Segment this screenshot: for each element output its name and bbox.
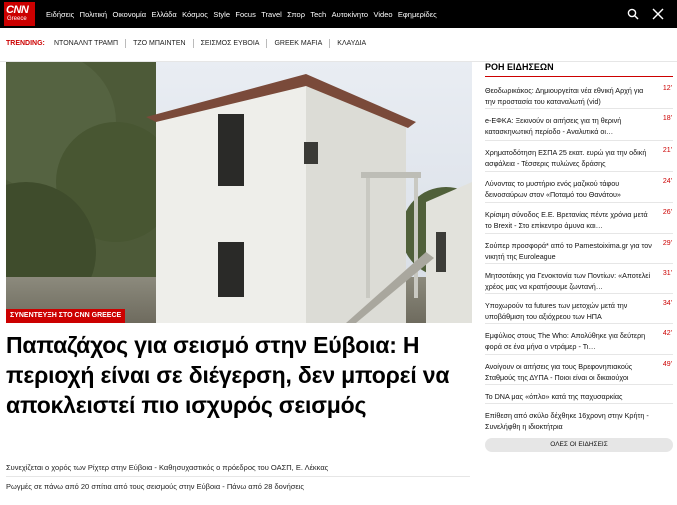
trending-separator (125, 39, 127, 48)
trending-separator (329, 39, 331, 48)
news-feed-item-time: 21' (662, 147, 672, 154)
news-feed-item[interactable]: Κρίσιμη σύνοδος Ε.Ε. Βρετανίας πέντε χρό… (485, 203, 673, 234)
news-feed-item-text: Κρίσιμη σύνοδος Ε.Ε. Βρετανίας πέντε χρό… (485, 210, 648, 230)
trending-item[interactable]: ΝΤΟΝΑΛΝΤ ΤΡΑΜΠ (54, 40, 118, 47)
news-feed-item[interactable]: e-ΕΦΚΑ: Ξεκινούν οι αιτήσεις για τη θερι… (485, 109, 673, 141)
news-feed-item-text: Το DNA μας «όπλο» κατά της παχυσαρκίας (485, 392, 623, 401)
trending-separator (266, 39, 268, 48)
news-feed-item[interactable]: Επίθεση από σκύλο δέχθηκε 16χρονη στην Κ… (485, 404, 673, 434)
news-feed-item-time: 26' (662, 209, 672, 216)
nav-item-focus[interactable]: Focus (235, 10, 255, 19)
search-icon[interactable] (627, 8, 639, 20)
main-nav: Ειδήσεις Πολιτική Οικονομία Ελλάδα Κόσμο… (46, 0, 442, 28)
trending-list: ΝΤΟΝΑΛΝΤ ΤΡΑΜΠ ΤΖΟ ΜΠΑΙΝΤΕΝ ΣΕΙΣΜΟΣ ΕΥΒΟ… (54, 39, 366, 48)
news-feed-item[interactable]: Λύνοντας το μυστήριο ενός μαζικού τάφου … (485, 172, 673, 203)
trending-separator (192, 39, 194, 48)
news-feed-item-text: Λύνοντας το μυστήριο ενός μαζικού τάφου … (485, 179, 621, 199)
nav-item-style[interactable]: Style (213, 10, 230, 19)
nav-item-politics[interactable]: Πολιτική (80, 10, 107, 19)
news-feed-item[interactable]: Εμφύλιος στους The Who: Απολύθηκε για δε… (485, 324, 673, 355)
nav-item-auto[interactable]: Αυτοκίνητο (332, 10, 369, 19)
trending-item[interactable]: ΤΖΟ ΜΠΑΙΝΤΕΝ (133, 40, 186, 47)
trending-label: TRENDING: (6, 40, 45, 47)
logo-subtext: Greece (7, 16, 27, 22)
related-article-link[interactable]: Συνεχίζεται ο χορός των Ρίχτερ στην Εύβο… (6, 463, 328, 472)
news-feed-item[interactable]: Σούπερ προσφορά* από το Pamestoixima.gr … (485, 234, 673, 264)
nav-item-travel[interactable]: Travel (261, 10, 282, 19)
cnn-greece-logo[interactable]: CNN Greece (4, 2, 35, 26)
news-feed-item-time: 42' (662, 330, 672, 337)
top-navigation-bar: CNN Greece Ειδήσεις Πολιτική Οικονομία Ε… (0, 0, 677, 28)
news-feed-item-text: Ανοίγουν οι αιτήσεις για τους Βρεφονηπια… (485, 362, 633, 382)
news-feed-item[interactable]: Μητσοτάκης για Γενοκτονία των Ποντίων: «… (485, 264, 673, 294)
nav-item-world[interactable]: Κόσμος (182, 10, 208, 19)
news-feed-item-text: Χρηματοδότηση ΕΣΠΑ 25 εκατ. ευρώ για την… (485, 148, 647, 168)
news-feed-title: ΡΟΗ ΕΙΔΗΣΕΩΝ (485, 62, 554, 72)
trending-item[interactable]: ΚΛΑΥΔΙΑ (337, 40, 366, 47)
hamburger-menu-icon[interactable] (652, 8, 664, 20)
logo-text: CNN (6, 4, 29, 16)
nav-item-video[interactable]: Video (373, 10, 392, 19)
news-feed-item-text: Σούπερ προσφορά* από το Pamestoixima.gr … (485, 241, 652, 261)
news-feed-item-time: 31' (662, 270, 672, 277)
news-feed-item-text: Υποχωρούν τα futures των μετοχών μετά τη… (485, 301, 628, 321)
trending-item[interactable]: ΣΕΙΣΜΟΣ ΕΥΒΟΙΑ (201, 40, 260, 47)
hero-category-tag[interactable]: ΣΥΝΕΝΤΕΥΞΗ ΣΤΟ CNN GREECE (6, 309, 126, 323)
news-feed-item-time: 12' (662, 85, 672, 92)
news-feed-item-text: Μητσοτάκης για Γενοκτονία των Ποντίων: «… (485, 271, 651, 291)
news-feed-item-text: Εμφύλιος στους The Who: Απολύθηκε για δε… (485, 331, 646, 351)
nav-item-tech[interactable]: Tech (310, 10, 326, 19)
news-feed-item-text: e-ΕΦΚΑ: Ξεκινούν οι αιτήσεις για τη θερι… (485, 116, 622, 136)
nav-item-newspapers[interactable]: Εφημερίδες (398, 10, 437, 19)
news-feed-item[interactable]: Ανοίγουν οι αιτήσεις για τους Βρεφονηπια… (485, 355, 673, 385)
news-feed-item[interactable]: Θεοδωρικάκος: Δημιουργείται νέα εθνική Α… (485, 79, 673, 109)
trending-item[interactable]: GREEK MAFIA (274, 40, 322, 47)
trending-bar: TRENDING: ΝΤΟΝΑΛΝΤ ΤΡΑΜΠ ΤΖΟ ΜΠΑΙΝΤΕΝ ΣΕ… (0, 28, 677, 62)
news-feed-item-text: Επίθεση από σκύλο δέχθηκε 16χρονη στην Κ… (485, 411, 649, 431)
hero-headline[interactable]: Παπαζάχος για σεισμό στην Εύβοια: Η περι… (6, 330, 470, 420)
news-feed-item-time: 18' (662, 115, 672, 122)
news-feed-item[interactable]: Χρηματοδότηση ΕΣΠΑ 25 εκατ. ευρώ για την… (485, 141, 673, 172)
hero-image[interactable] (6, 62, 472, 323)
related-divider (6, 476, 470, 477)
nav-item-news[interactable]: Ειδήσεις (46, 10, 74, 19)
news-feed-item[interactable]: Υποχωρούν τα futures των μετοχών μετά τη… (485, 294, 673, 324)
news-feed-item-time: 29' (662, 240, 672, 247)
news-feed-item-time: 49' (662, 361, 672, 368)
news-feed-item-text: Θεοδωρικάκος: Δημιουργείται νέα εθνική Α… (485, 86, 644, 106)
news-feed-item-time: 24' (662, 178, 672, 185)
news-feed-rule (485, 76, 673, 77)
news-feed-item[interactable]: Το DNA μας «όπλο» κατά της παχυσαρκίας (485, 385, 673, 404)
nav-item-greece[interactable]: Ελλάδα (151, 10, 176, 19)
news-feed-item-time: 34' (662, 300, 672, 307)
nav-item-economy[interactable]: Οικονομία (112, 10, 146, 19)
related-article-link[interactable]: Ρωγμές σε πάνω από 20 σπίτια από τους σε… (6, 482, 304, 491)
nav-item-sports[interactable]: Σπορ (287, 10, 305, 19)
all-news-button[interactable]: ΟΛΕΣ ΟΙ ΕΙΔΗΣΕΙΣ (485, 438, 673, 452)
